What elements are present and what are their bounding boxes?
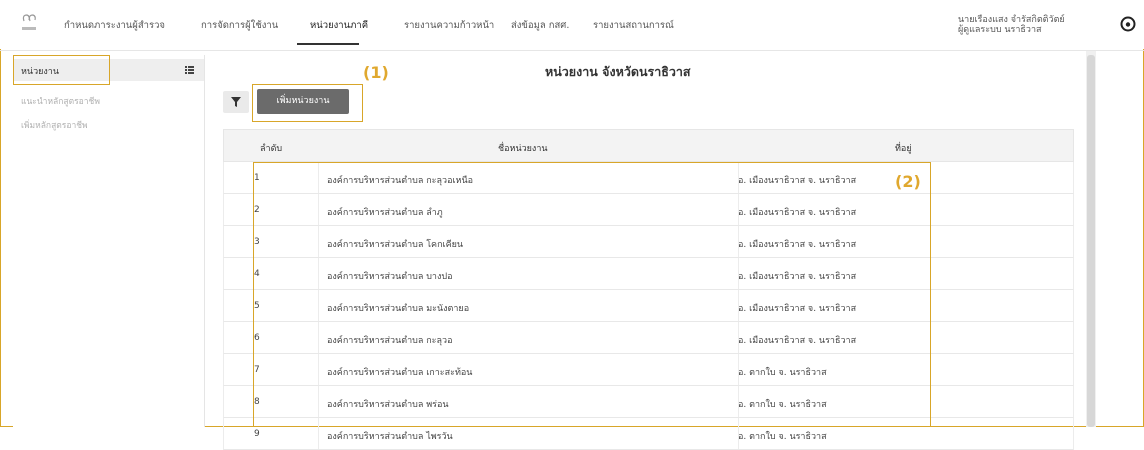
sidebar-item-add-course[interactable]: เพิ่มหลักสูตรอาชีพ xyxy=(21,118,88,132)
nav-item-user-management[interactable]: การจัดการผู้ใช้งาน xyxy=(201,18,278,33)
row-order: 9 xyxy=(254,429,260,439)
filter-button[interactable] xyxy=(223,91,249,113)
user-account-icon[interactable] xyxy=(1120,16,1136,32)
logo-icon[interactable] xyxy=(20,12,38,34)
nav-item-send-data[interactable]: ส่งข้อมูล กสศ. xyxy=(511,18,569,33)
sidebar-item-recommend-course[interactable]: แนะนำหลักสูตรอาชีพ xyxy=(21,94,100,108)
column-header-name[interactable]: ชื่อหน่วยงาน xyxy=(498,141,548,155)
column-header-order[interactable]: ลำดับ xyxy=(260,141,282,155)
active-nav-underline xyxy=(297,43,359,45)
scrollbar-thumb[interactable] xyxy=(1087,55,1095,427)
list-menu-icon[interactable] xyxy=(185,66,194,74)
nav-divider xyxy=(0,50,1144,51)
nav-item-partner-agencies[interactable]: หน่วยงานภาคี xyxy=(310,18,368,33)
table-header: ลำดับ ชื่อหน่วยงาน ที่อยู่ xyxy=(223,129,1074,162)
row-address: อ. ตากใบ จ. นราธิวาส xyxy=(738,432,827,442)
nav-item-situation-report[interactable]: รายงานสถานการณ์ xyxy=(593,18,674,33)
row-agency-name: องค์การบริหารส่วนตำบล ไพรวัน xyxy=(327,432,453,442)
column-header-address[interactable]: ที่อยู่ xyxy=(895,141,912,155)
annotation-label-1: (1) xyxy=(363,63,389,82)
nav-item-progress-report[interactable]: รายงานความก้าวหน้า xyxy=(404,18,494,33)
nav-item-survey-workload[interactable]: กำหนดภาระงานผู้สำรวจ xyxy=(64,18,165,33)
highlight-box-add-button xyxy=(252,84,363,122)
highlight-box-sidebar xyxy=(13,55,110,85)
sidebar: หน่วยงาน แนะนำหลักสูตรอาชีพ เพิ่มหลักสูต… xyxy=(13,55,205,427)
top-navbar: กำหนดภาระงานผู้สำรวจ การจัดการผู้ใช้งาน … xyxy=(0,0,1144,49)
filter-icon xyxy=(231,97,241,107)
user-role: ผู้ดูแลระบบ นราธิวาส xyxy=(958,25,1042,35)
highlight-box-table-rows xyxy=(253,162,931,427)
annotation-label-2: (2) xyxy=(895,172,921,191)
page-title: หน่วยงาน จังหวัดนราธิวาส xyxy=(545,64,691,79)
